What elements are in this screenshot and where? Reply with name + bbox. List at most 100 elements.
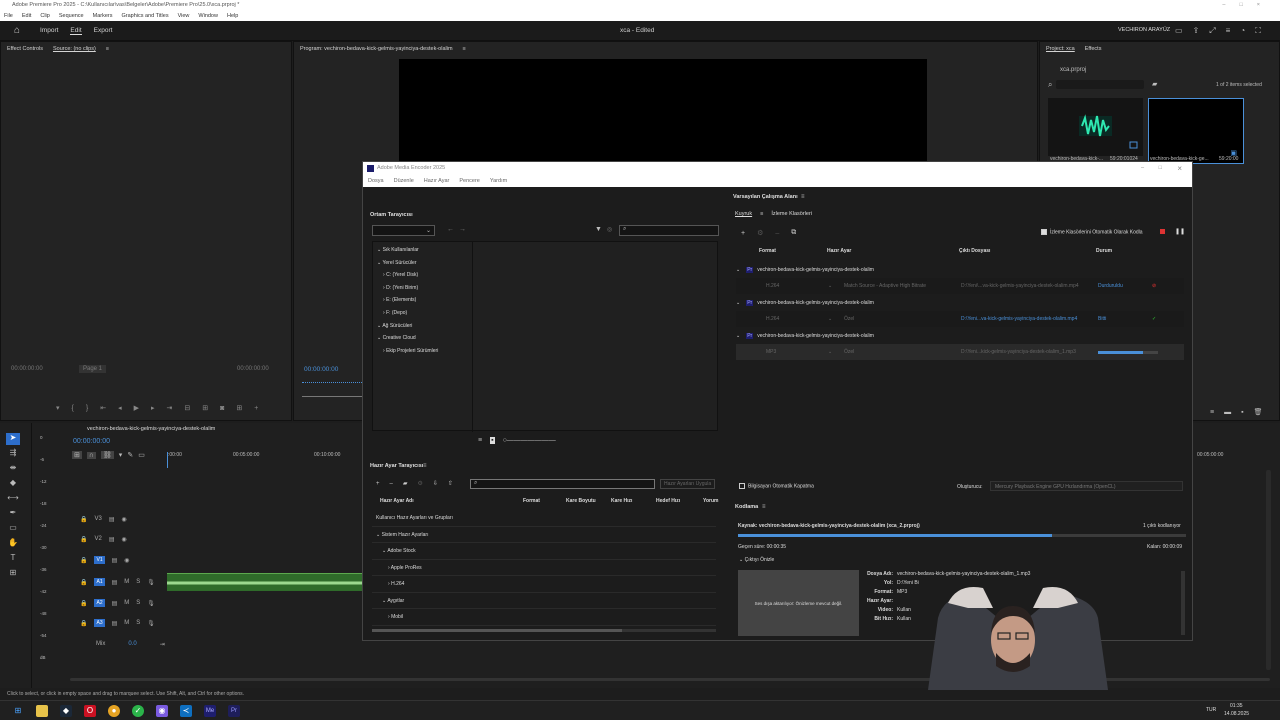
sync-icon[interactable]: ▤: [112, 557, 118, 564]
menu-duzenle[interactable]: Düzenle: [394, 175, 414, 187]
program-tab[interactable]: Program: vechiron-bedava-kick-gelmis-yay…: [300, 46, 453, 52]
close-icon[interactable]: ×: [1177, 162, 1182, 175]
job-status[interactable]: Bitti: [1098, 316, 1106, 322]
job-output[interactable]: D:\Yeni\...va-kick-gelmis-yayinciya-dest…: [961, 283, 1079, 289]
preset-item[interactable]: ⌄ Adobe Stock: [372, 543, 716, 560]
solo-icon[interactable]: S: [136, 620, 140, 626]
auto-encode-option[interactable]: İzleme Klasörlerini Otomatik Olarak Kodl…: [1041, 229, 1143, 235]
add-icon[interactable]: +: [376, 481, 380, 487]
timeline-timecode[interactable]: 00:00:00:00: [73, 438, 110, 445]
type-icon[interactable]: T: [6, 553, 20, 565]
project-search-input[interactable]: [1056, 80, 1144, 89]
preset-scrollbar[interactable]: [372, 629, 716, 632]
mute-icon[interactable]: M: [124, 579, 129, 585]
fullscreen-toggle-icon[interactable]: ⛶: [1255, 26, 1261, 36]
steam-icon[interactable]: ◆: [60, 704, 72, 717]
close-icon[interactable]: ×: [1257, 0, 1260, 11]
pen-icon[interactable]: ✒: [6, 508, 20, 520]
hand-icon[interactable]: ✋: [6, 538, 20, 550]
browser-search-input[interactable]: ⌕: [619, 225, 719, 236]
preset-item[interactable]: › Mobil: [372, 609, 716, 626]
track-label[interactable]: A3: [94, 619, 105, 627]
trash-icon[interactable]: 🗑: [1254, 408, 1263, 416]
home-icon[interactable]: ⌂: [14, 25, 20, 36]
clock-date[interactable]: 14.08.2025: [1224, 711, 1249, 717]
start-icon[interactable]: ⊞: [12, 705, 24, 717]
menu-window[interactable]: Window: [198, 11, 218, 21]
col-target-rate[interactable]: Hedef Hızı: [656, 498, 680, 504]
chevron-down-icon[interactable]: ⌄: [828, 283, 832, 289]
tab-effects[interactable]: Effects: [1085, 46, 1102, 52]
browser-tree-item[interactable]: › E: (Elements): [377, 294, 438, 307]
language-indicator[interactable]: TUR: [1206, 707, 1216, 713]
preset-item[interactable]: ⌄ Aygıtlar: [372, 593, 716, 609]
browser-tree-item[interactable]: › D: (Yeni Birim): [377, 282, 438, 295]
menu-icon[interactable]: ≡: [1226, 26, 1231, 36]
lock-icon[interactable]: 🔒: [80, 620, 87, 627]
col-output[interactable]: Çıktı Dosyası: [959, 248, 990, 254]
queue-job-header[interactable]: ⌄ Pr vechiron-bedava-kick-gelmis-yayinciya…: [736, 328, 1184, 344]
fullscreen-icon[interactable]: ⤢: [1209, 26, 1215, 36]
solo-icon[interactable]: S: [136, 579, 140, 585]
add-marker-icon[interactable]: ▾: [119, 451, 123, 459]
job-format[interactable]: H.264: [766, 316, 779, 322]
menu-clip[interactable]: Clip: [40, 11, 49, 21]
progress-icon[interactable]: ◔: [1240, 26, 1245, 36]
chevron-down-icon[interactable]: ⌄: [828, 316, 832, 322]
workspaces-icon[interactable]: ▭: [1175, 26, 1183, 36]
timeline-tab[interactable]: vechiron-bedava-kick-gelmis-yayinciya-de…: [87, 426, 215, 432]
job-status[interactable]: Durduruldu: [1098, 283, 1123, 289]
chrome-icon[interactable]: ●: [108, 704, 120, 717]
menu-file[interactable]: File: [4, 11, 13, 21]
mute-icon[interactable]: M: [124, 600, 129, 606]
col-format[interactable]: Format: [759, 248, 776, 254]
chevron-down-icon[interactable]: ⌄: [828, 349, 832, 355]
tab-project[interactable]: Project: xca: [1046, 46, 1075, 52]
workspace-menu-icon[interactable]: ≡: [801, 194, 805, 200]
menu-hazir-ayar[interactable]: Hazır Ayar: [424, 175, 450, 187]
premiere-icon[interactable]: Pr: [228, 704, 240, 717]
shutdown-option[interactable]: Bilgisayarı Otomatik Kapatma: [739, 483, 814, 489]
preset-item[interactable]: › H.264: [372, 576, 716, 593]
browser-dropdown[interactable]: ⌄: [372, 225, 435, 236]
tab-import[interactable]: Import: [40, 27, 58, 35]
slip-icon[interactable]: ⟷: [6, 493, 20, 505]
output-preview-toggle[interactable]: ⌄ Çıktıyı Önizle: [739, 557, 774, 563]
lock-icon[interactable]: 🔒: [80, 536, 87, 543]
timeline-vscroll[interactable]: [1266, 470, 1271, 670]
details-scrollbar[interactable]: [1181, 571, 1185, 635]
browser-tree-item[interactable]: ⌄ Sık Kullanılanlar: [377, 244, 438, 257]
renderer-select[interactable]: Mercury Playback Engine GPU Hızlandırma …: [990, 481, 1183, 491]
col-format[interactable]: Format: [523, 498, 540, 504]
button-editor-icon[interactable]: ⊞: [236, 404, 242, 412]
razor-icon[interactable]: ◆: [6, 478, 20, 490]
user-name[interactable]: VECHIRON ARAYÜZ: [1118, 27, 1170, 33]
checkbox[interactable]: [1041, 229, 1047, 235]
ripple-edit-icon[interactable]: ⇼: [6, 463, 20, 475]
list-view-icon[interactable]: ≡: [478, 437, 482, 444]
track-label[interactable]: A1: [94, 578, 105, 586]
media-encoder-icon[interactable]: Me: [204, 704, 216, 717]
selection-tool-icon[interactable]: ➤: [6, 433, 20, 445]
opera-icon[interactable]: O: [84, 704, 96, 717]
track-label[interactable]: V1: [94, 556, 105, 564]
queue-job-header[interactable]: ⌄ Pr vechiron-bedava-kick-gelmis-yayinciya…: [736, 295, 1184, 311]
tab-source[interactable]: Source: (no clips): [53, 46, 96, 52]
menu-view[interactable]: View: [178, 11, 190, 21]
caption-icon[interactable]: ⊞: [6, 568, 20, 580]
col-preset-name[interactable]: Hazır Ayar Adı: [380, 498, 414, 504]
marker-icon[interactable]: ▾: [56, 404, 60, 412]
mic-icon[interactable]: 🎙: [147, 620, 155, 627]
program-ruler[interactable]: [302, 382, 362, 385]
program-timecode[interactable]: 00:00:00:00: [304, 366, 338, 373]
preset-item[interactable]: ⌄ Sistem Hazır Ayarları: [372, 527, 716, 543]
list-view-icon[interactable]: ≡: [1210, 409, 1214, 416]
sync-icon[interactable]: ▤: [109, 536, 115, 543]
pause-icon[interactable]: ❚❚: [1175, 228, 1185, 235]
sync-icon[interactable]: ▤: [109, 516, 115, 523]
linked-icon[interactable]: ⛓: [100, 451, 114, 459]
view-icon[interactable]: ◎: [607, 226, 612, 233]
program-zoom-bar[interactable]: [302, 396, 364, 397]
menu-dosya[interactable]: Dosya: [368, 175, 384, 187]
job-format[interactable]: H.264: [766, 283, 779, 289]
